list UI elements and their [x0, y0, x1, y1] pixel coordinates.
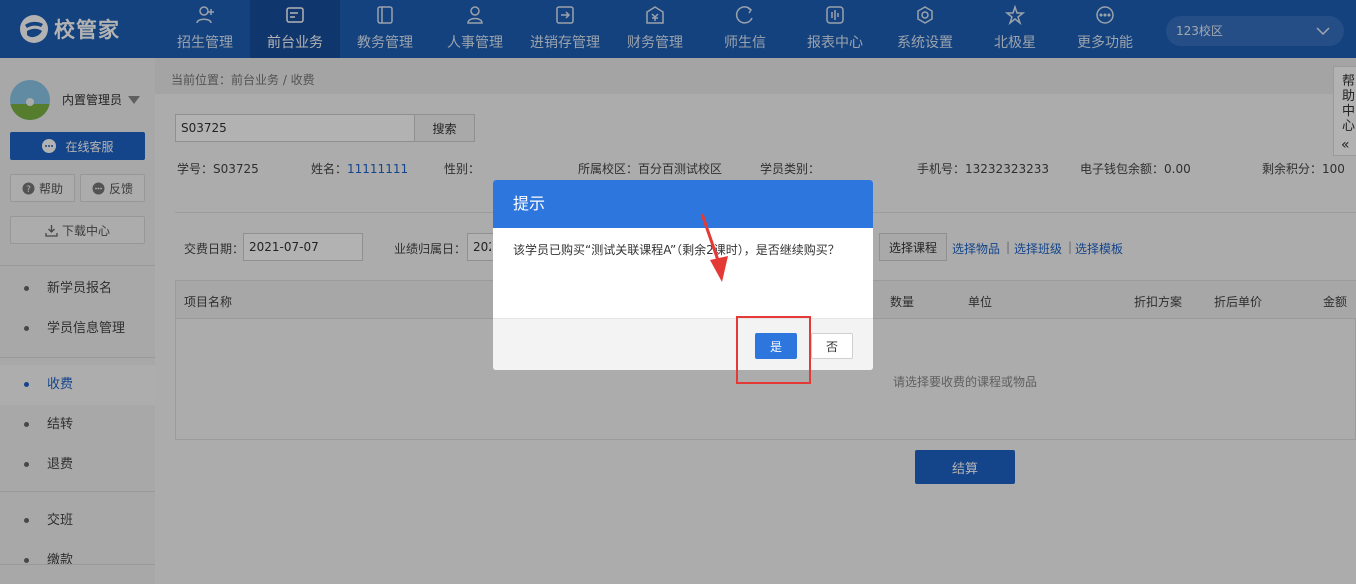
highlight-box: [736, 316, 811, 384]
dialog-message: 该学员已购买“测试关联课程A”（剩余2课时），是否继续购买？: [513, 243, 840, 257]
no-button[interactable]: 否: [811, 333, 853, 359]
annotation-arrow-icon: [700, 213, 728, 282]
dialog-title: 提示: [493, 180, 873, 228]
